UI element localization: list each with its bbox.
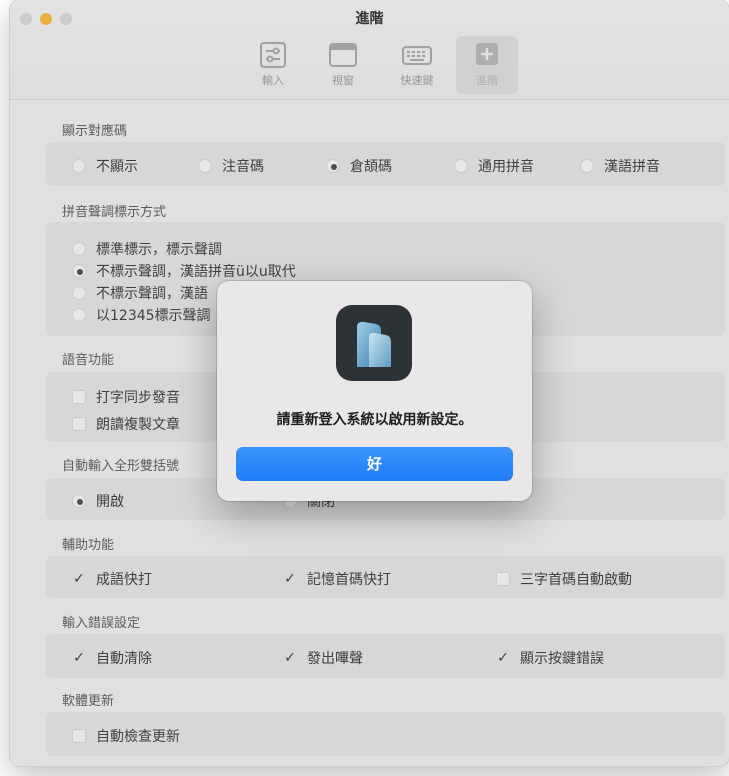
checkbox-checked[interactable]: ✓: [496, 651, 510, 665]
plus-square-icon: [476, 43, 498, 65]
checkbox-auto-clear[interactable]: ✓ 自動清除: [72, 648, 152, 668]
checkbox-checked[interactable]: ✓: [283, 651, 297, 665]
checkbox-show-key-error[interactable]: ✓ 顯示按鍵錯誤: [496, 648, 604, 668]
checkbox-label: 記憶首碼快打: [307, 572, 391, 588]
checkbox[interactable]: [72, 729, 86, 743]
tab-window[interactable]: 視窗: [312, 36, 374, 94]
radio-label: 不標示聲調，漢語拼音ü以u取代: [96, 264, 296, 280]
checkbox-type-speak[interactable]: 打字同步發音: [72, 387, 180, 407]
tab-shortcuts[interactable]: 快速鍵: [386, 36, 448, 94]
update-group: 自動檢查更新: [46, 712, 725, 756]
checkbox-label: 顯示按鍵錯誤: [520, 651, 604, 667]
radio-tone-standard[interactable]: 標準標示，標示聲調: [72, 239, 222, 259]
section-title-assist: 輔助功能: [62, 538, 115, 553]
sliders-icon: [260, 42, 286, 68]
window-title: 進階: [355, 11, 384, 27]
radio-button[interactable]: [72, 286, 86, 300]
display-codes-group: 不顯示 注音碼 倉頡碼 通用拼音 漢語拼音: [46, 142, 725, 186]
checkbox-checked[interactable]: ✓: [283, 572, 297, 586]
dialog-message: 請重新登入系統以啟用新設定。: [276, 412, 473, 428]
radio-button[interactable]: [580, 159, 594, 173]
radio-button-selected[interactable]: [72, 494, 86, 508]
radio-button[interactable]: [72, 159, 86, 173]
checkbox-remember-first-code[interactable]: ✓ 記憶首碼快打: [283, 569, 391, 589]
checkbox-three-char-auto[interactable]: 三字首碼自動啟動: [496, 569, 632, 589]
section-title-pinyin-tone: 拼音聲調標示方式: [62, 205, 167, 220]
radio-button[interactable]: [198, 159, 212, 173]
checkbox-label: 自動檢查更新: [96, 729, 180, 745]
section-title-display-codes: 顯示對應碼: [62, 124, 128, 139]
section-title-speech: 語音功能: [62, 353, 115, 368]
checkbox-label: 發出嗶聲: [307, 651, 363, 667]
section-title-fullwidth: 自動輸入全形雙括號: [62, 459, 180, 474]
checkbox[interactable]: [496, 572, 510, 586]
radio-button-selected[interactable]: [72, 264, 86, 278]
radio-tone-none[interactable]: 不標示聲調，漢語: [72, 283, 208, 303]
radio-label: 通用拼音: [478, 159, 534, 175]
checkbox-label: 打字同步發音: [96, 390, 180, 406]
tab-advanced-label: 進階: [476, 74, 498, 87]
tab-shortcuts-label: 快速鍵: [400, 74, 434, 87]
radio-zhuyin[interactable]: 注音碼: [198, 156, 264, 176]
radio-cangjie[interactable]: 倉頡碼: [326, 156, 392, 176]
radio-no-display[interactable]: 不顯示: [72, 156, 138, 176]
tab-input[interactable]: 輸入: [242, 36, 304, 94]
keyboard-icon: [402, 46, 432, 65]
radio-label: 開啟: [96, 494, 124, 510]
tab-input-label: 輸入: [262, 74, 284, 87]
section-title-update: 軟體更新: [62, 694, 115, 709]
tab-window-label: 視窗: [332, 74, 354, 87]
ok-button[interactable]: 好: [236, 447, 513, 481]
checkbox-label: 朗讀複製文章: [96, 417, 180, 433]
tab-advanced[interactable]: 進階: [456, 36, 518, 94]
checkbox-read-clipboard[interactable]: 朗讀複製文章: [72, 414, 180, 434]
radio-label: 以12345標示聲調: [96, 308, 211, 324]
radio-button[interactable]: [454, 159, 468, 173]
radio-label: 倉頡碼: [350, 159, 392, 175]
checkbox-auto-update[interactable]: 自動檢查更新: [72, 726, 180, 746]
radio-tone-numbers[interactable]: 以12345標示聲調: [72, 305, 211, 325]
checkbox-idiom-quick[interactable]: ✓ 成語快打: [72, 569, 152, 589]
assist-group: ✓ 成語快打 ✓ 記憶首碼快打 三字首碼自動啟動: [46, 556, 725, 598]
radio-button[interactable]: [72, 308, 86, 322]
radio-label: 漢語拼音: [604, 159, 660, 175]
input-error-group: ✓ 自動清除 ✓ 發出嗶聲 ✓ 顯示按鍵錯誤: [46, 634, 725, 678]
alert-dialog: 請重新登入系統以啟用新設定。 好: [217, 281, 532, 501]
checkbox[interactable]: [72, 417, 86, 431]
radio-hanyu-pinyin[interactable]: 漢語拼音: [580, 156, 660, 176]
checkbox-checked[interactable]: ✓: [72, 572, 86, 586]
checkbox-beep[interactable]: ✓ 發出嗶聲: [283, 648, 363, 668]
radio-label: 不標示聲調，漢語: [96, 286, 208, 302]
radio-label: 注音碼: [222, 159, 264, 175]
radio-tongyong-pinyin[interactable]: 通用拼音: [454, 156, 534, 176]
section-title-input-error: 輸入錯誤設定: [62, 616, 141, 631]
checkbox-label: 三字首碼自動啟動: [520, 572, 632, 588]
radio-label: 標準標示，標示聲調: [96, 242, 222, 258]
radio-label: 不顯示: [96, 159, 138, 175]
checkbox-label: 自動清除: [96, 651, 152, 667]
title-bar: 進階 輸入 視窗 快速鍵 進階: [10, 0, 729, 100]
checkbox[interactable]: [72, 390, 86, 404]
radio-tone-u-replace[interactable]: 不標示聲調，漢語拼音ü以u取代: [72, 261, 296, 281]
app-icon: [336, 305, 412, 381]
radio-fullwidth-on[interactable]: 開啟: [72, 491, 124, 511]
radio-button-selected[interactable]: [326, 159, 340, 173]
checkbox-label: 成語快打: [96, 572, 152, 588]
checkbox-checked[interactable]: ✓: [72, 651, 86, 665]
window-icon: [329, 43, 357, 67]
radio-button[interactable]: [72, 242, 86, 256]
